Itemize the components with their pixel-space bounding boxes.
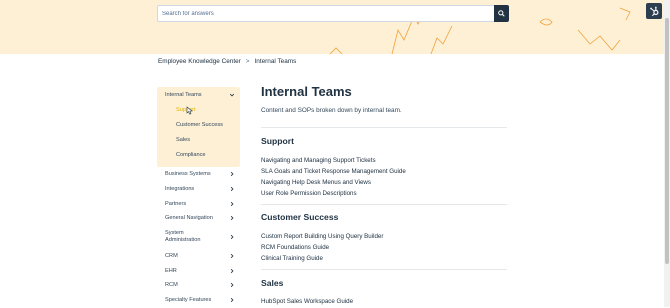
sidebar-item-label: CRM [165, 253, 178, 260]
section-title-support: Support [261, 136, 294, 146]
search-button[interactable] [494, 5, 509, 22]
sidebar-item-label: Business Systems [165, 171, 211, 178]
page-title: Internal Teams [261, 84, 352, 99]
sidebar-item-label: Customer Success [176, 121, 223, 128]
article-link[interactable]: HubSpot Sales Workspace Guide [261, 298, 353, 305]
section-title-customer-success: Customer Success [261, 212, 339, 222]
article-link[interactable]: User Role Permission Descriptions [261, 190, 357, 197]
sidebar-item-partners[interactable]: Partners [157, 196, 240, 211]
chevron-right-icon [230, 201, 234, 206]
divider [261, 204, 507, 205]
sidebar-item-sales[interactable]: Sales [157, 132, 240, 147]
sidebar-item-label: RCM [165, 282, 178, 289]
chevron-right-icon [230, 298, 234, 303]
sidebar-item-crm[interactable]: CRM [157, 249, 240, 264]
chevron-down-icon [229, 93, 235, 96]
sidebar-item-label: General Navigation [165, 215, 213, 222]
section-title-sales: Sales [261, 278, 284, 288]
article-link[interactable]: Custom Report Building Using Query Build… [261, 233, 383, 240]
breadcrumb-parent-link[interactable]: Employee Knowledge Center [158, 58, 241, 65]
search-input[interactable] [158, 6, 492, 21]
search-bar [157, 5, 509, 22]
sidebar-group-internal-teams: Internal Teams Support Customer Success … [157, 87, 240, 167]
sidebar-item-label: Compliance [176, 151, 206, 158]
chevron-right-icon [230, 283, 234, 288]
divider [261, 269, 507, 270]
article-link[interactable]: Navigating and Managing Support Tickets [261, 157, 376, 164]
sidebar-item-compliance[interactable]: Compliance [157, 147, 240, 162]
sidebar-item-system-administration[interactable]: System Administration [157, 226, 240, 249]
search-icon [498, 10, 505, 17]
sidebar-item-rcm[interactable]: RCM [157, 278, 240, 293]
sidebar-item-label: Internal Teams [165, 91, 202, 98]
article-link[interactable]: SLA Goals and Ticket Response Management… [261, 168, 406, 175]
sidebar-item-ehr[interactable]: EHR [157, 263, 240, 278]
hubspot-logo-icon[interactable] [646, 3, 662, 19]
sidebar-item-support[interactable]: Support [157, 102, 240, 117]
mouse-cursor-icon [186, 106, 193, 115]
article-link[interactable]: Navigating Help Desk Menus and Views [261, 179, 371, 186]
sidebar-item-integrations[interactable]: Integrations [157, 182, 240, 197]
sidebar-item-label: Specialty Features [165, 297, 212, 304]
article-link[interactable]: Clinical Training Guide [261, 255, 323, 262]
sidebar-item-internal-teams[interactable]: Internal Teams [157, 87, 240, 102]
sidebar-item-label: System Administration [165, 229, 201, 244]
chevron-right-icon [230, 216, 234, 221]
hero-banner [0, 0, 670, 54]
sidebar-item-label: Integrations [165, 186, 195, 193]
chevron-right-icon [230, 172, 234, 177]
divider [261, 127, 507, 128]
article-link[interactable]: RCM Foundations Guide [261, 244, 329, 251]
chevron-right-icon [230, 253, 234, 259]
sidebar-item-specialty-features[interactable]: Specialty Features [157, 293, 240, 308]
page-scrollbar[interactable] [664, 0, 670, 307]
breadcrumb-current[interactable]: Internal Teams [255, 58, 297, 65]
chevron-right-icon [230, 235, 234, 240]
sidebar-item-customer-success[interactable]: Customer Success [157, 117, 240, 132]
breadcrumb-separator: > [245, 58, 250, 65]
sidebar-item-business-systems[interactable]: Business Systems [157, 167, 240, 182]
sidebar-item-label: Partners [165, 200, 187, 207]
page-description: Content and SOPs broken down by internal… [261, 107, 402, 114]
sidebar-item-label: Sales [176, 136, 190, 143]
breadcrumb: Employee Knowledge Center > Internal Teams [158, 58, 296, 65]
chevron-right-icon [230, 186, 234, 192]
chevron-right-icon [230, 268, 234, 273]
sidebar-item-label: EHR [165, 267, 177, 274]
sidebar-nav: Internal Teams Support Customer Success … [157, 87, 240, 308]
sidebar-item-general-navigation[interactable]: General Navigation [157, 211, 240, 226]
scrollbar-thumb[interactable] [665, 18, 669, 264]
